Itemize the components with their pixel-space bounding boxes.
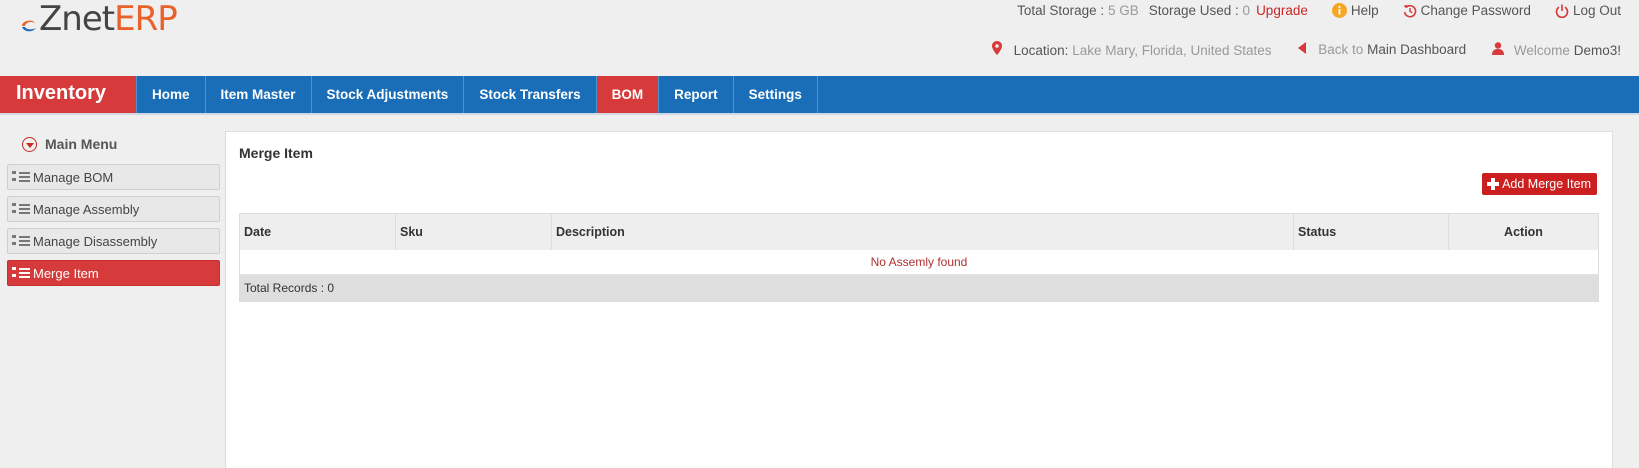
change-password-label: Change Password: [1420, 3, 1531, 18]
nav-item-bom[interactable]: BOM: [596, 76, 660, 113]
sidebar-item-manage-assembly[interactable]: Manage Assembly: [7, 196, 220, 222]
total-records-value: 0: [327, 281, 335, 295]
sidebar-item-label: Merge Item: [33, 265, 99, 281]
back-to-label: Back to: [1318, 42, 1364, 57]
sidebar-item-manage-bom[interactable]: Manage BOM: [7, 164, 220, 190]
power-icon: [1555, 4, 1569, 18]
logout-link[interactable]: Log Out: [1555, 3, 1621, 18]
table-header: Date Sku Description Status Action: [240, 214, 1598, 250]
storage-used-label: Storage Used :: [1148, 3, 1239, 18]
help-link[interactable]: Help: [1331, 3, 1379, 18]
column-header-sku[interactable]: Sku: [396, 214, 552, 250]
map-marker-icon: [991, 41, 1002, 55]
logout-label: Log Out: [1572, 3, 1621, 18]
add-merge-item-button[interactable]: Add Merge Item: [1482, 173, 1597, 195]
welcome-label: Welcome: [1513, 42, 1570, 58]
help-label: Help: [1350, 3, 1379, 18]
storage-used-value: 0: [1242, 3, 1251, 18]
empty-message: No Assemly found: [240, 250, 1598, 275]
sidebar-item-label: Manage Assembly: [33, 201, 140, 217]
main-menu-toggle[interactable]: Main Menu: [22, 128, 220, 160]
column-header-action: Action: [1504, 225, 1543, 239]
user-icon: [1492, 41, 1505, 55]
main-navbar: Inventory Home Item Master Stock Adjustm…: [0, 76, 1639, 115]
total-records-label: Total Records :: [244, 281, 325, 295]
nav-items: Home Item Master Stock Adjustments Stock…: [136, 76, 818, 113]
module-title: Inventory: [0, 76, 136, 113]
info-icon: [1331, 3, 1347, 18]
location-links: Location: Lake Mary, Florida, United Sta…: [991, 41, 1621, 58]
list-icon: [12, 235, 30, 247]
chevron-down-circle-icon: [22, 136, 37, 152]
nav-item-stock-transfers[interactable]: Stock Transfers: [464, 76, 597, 113]
page-title: Merge Item: [239, 145, 313, 161]
logo-text-erp: ERP: [114, 0, 178, 39]
logo-swirl-icon: [22, 20, 36, 32]
column-header-description[interactable]: Description: [552, 214, 1294, 250]
total-storage: Total Storage : 5 GB: [1017, 3, 1139, 18]
total-storage-label: Total Storage :: [1017, 3, 1105, 18]
table-footer: Total Records : 0: [240, 275, 1598, 301]
history-icon: [1403, 4, 1416, 18]
list-icon: [12, 203, 30, 215]
change-password-link[interactable]: Change Password: [1403, 3, 1531, 18]
location-info: Location: Lake Mary, Florida, United Sta…: [991, 41, 1272, 58]
column-header-status[interactable]: Status: [1294, 214, 1449, 250]
logo-text-znet: Znet: [39, 0, 115, 39]
content-panel: Merge Item Add Merge Item Date Sku Descr…: [225, 131, 1613, 468]
nav-item-report[interactable]: Report: [659, 76, 734, 113]
znet-erp-logo[interactable]: ZnetERP: [20, 0, 178, 39]
main-dashboard-label: Main Dashboard: [1367, 42, 1467, 57]
username: Demo3!: [1573, 42, 1621, 58]
sidebar: Main Menu Manage BOM Manage Assembly Man…: [7, 128, 220, 292]
upgrade-link[interactable]: Upgrade: [1256, 3, 1308, 18]
location-value: Lake Mary, Florida, United States: [1072, 43, 1272, 58]
sidebar-menu: Manage BOM Manage Assembly Manage Disass…: [7, 164, 220, 286]
main-menu-label: Main Menu: [45, 136, 118, 152]
storage-used: Storage Used : 0: [1149, 3, 1250, 18]
total-storage-value: 5 GB: [1107, 3, 1139, 18]
header: ZnetERP Total Storage : 5 GB Storage Use…: [0, 0, 1639, 76]
location-label: Location:: [1013, 43, 1069, 58]
sidebar-item-label: Manage BOM: [33, 169, 114, 185]
sidebar-item-merge-item[interactable]: Merge Item: [7, 260, 220, 286]
sidebar-item-label: Manage Disassembly: [33, 233, 158, 249]
add-merge-item-label: Add Merge Item: [1502, 177, 1591, 191]
list-icon: [12, 171, 30, 183]
module-title-arrow: [118, 76, 136, 112]
list-icon: [12, 267, 30, 279]
nav-item-settings[interactable]: Settings: [734, 76, 818, 113]
sidebar-item-manage-disassembly[interactable]: Manage Disassembly: [7, 228, 220, 254]
welcome-user[interactable]: Welcome Demo3!: [1492, 41, 1621, 58]
nav-item-item-master[interactable]: Item Master: [206, 76, 312, 113]
nav-item-stock-adjustments[interactable]: Stock Adjustments: [312, 76, 465, 113]
column-header-date[interactable]: Date: [240, 214, 396, 250]
back-to-dashboard-link[interactable]: Back to Main Dashboard: [1297, 42, 1467, 57]
caret-left-icon: [1297, 42, 1306, 54]
top-links: Total Storage : 5 GB Storage Used : 0 Up…: [1017, 3, 1621, 18]
plus-icon: [1487, 178, 1500, 190]
nav-item-home[interactable]: Home: [136, 76, 206, 113]
merge-item-table: Date Sku Description Status Action No As…: [239, 213, 1599, 302]
